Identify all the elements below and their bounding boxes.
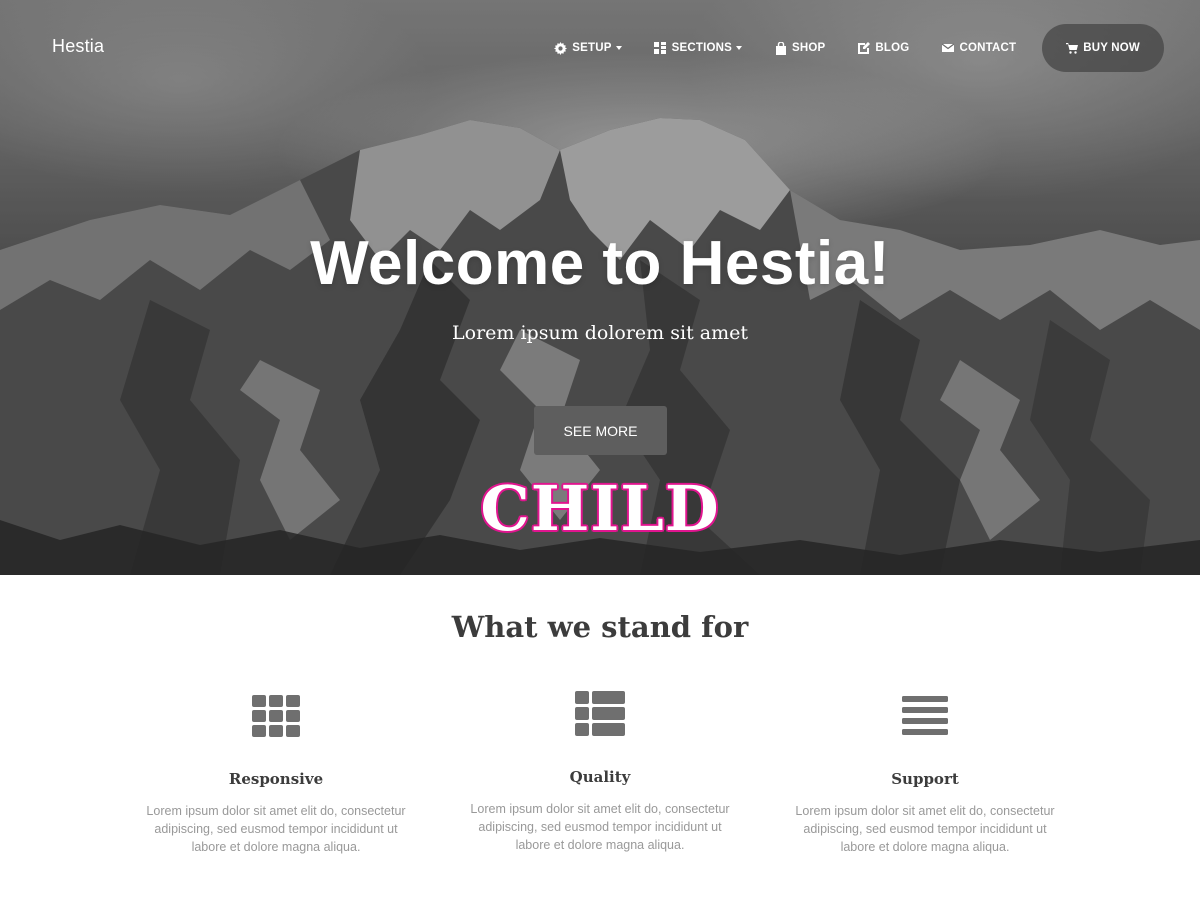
caret-down-icon — [615, 46, 622, 50]
feature-title: Responsive — [228, 770, 324, 788]
grid-icon — [126, 690, 426, 742]
menu-item-blog[interactable]: BLOG — [841, 24, 925, 72]
buy-now-button[interactable]: BUY NOW — [1042, 24, 1164, 72]
feature-title: Support — [891, 770, 959, 788]
bag-icon — [774, 41, 787, 55]
buy-now-label: BUY NOW — [1083, 42, 1140, 54]
feature-support: Support Lorem ipsum dolor sit amet elit … — [775, 690, 1075, 856]
feature-text: Lorem ipsum dolor sit amet elit do, cons… — [146, 804, 406, 854]
top-navbar: Hestia SETUP SECTIONS SHOP BLOG CONTACT … — [0, 0, 1200, 96]
feature-text: Lorem ipsum dolor sit amet elit do, cons… — [795, 804, 1055, 854]
feature-quality: Quality Lorem ipsum dolor sit amet elit … — [450, 688, 750, 854]
hero-title: Welcome to Hestia! — [310, 229, 890, 298]
site-brand[interactable]: Hestia — [52, 36, 104, 57]
menu-icon — [775, 690, 1075, 742]
main-menu: SETUP SECTIONS SHOP BLOG CONTACT BUY NOW — [538, 24, 1164, 72]
menu-item-shop[interactable]: SHOP — [758, 24, 841, 72]
hero-section: Hestia SETUP SECTIONS SHOP BLOG CONTACT … — [0, 0, 1200, 575]
envelope-icon — [941, 42, 954, 55]
menu-item-sections[interactable]: SECTIONS — [638, 24, 758, 72]
feature-text: Lorem ipsum dolor sit amet elit do, cons… — [470, 802, 730, 852]
hero-subtitle: Lorem ipsum dolorem sit amet — [452, 322, 748, 344]
menu-item-contact[interactable]: CONTACT — [925, 24, 1032, 72]
features-title: What we stand for — [451, 610, 749, 644]
edit-icon — [857, 42, 870, 55]
menu-item-label: CONTACT — [959, 42, 1017, 54]
menu-item-label: SETUP — [572, 42, 612, 54]
gear-icon — [554, 41, 568, 55]
list-alt-icon — [450, 688, 750, 740]
menu-item-setup[interactable]: SETUP — [538, 24, 637, 72]
menu-item-label: SHOP — [792, 42, 826, 54]
cart-icon — [1066, 42, 1079, 55]
feature-title: Quality — [569, 768, 631, 786]
feature-responsive: Responsive Lorem ipsum dolor sit amet el… — [126, 690, 426, 856]
grid-icon — [654, 42, 667, 55]
menu-item-label: SECTIONS — [671, 42, 733, 54]
see-more-button[interactable]: SEE MORE — [534, 406, 667, 455]
caret-down-icon — [736, 46, 743, 50]
menu-item-label: BLOG — [875, 42, 910, 54]
child-logo: CHILD — [480, 472, 720, 545]
